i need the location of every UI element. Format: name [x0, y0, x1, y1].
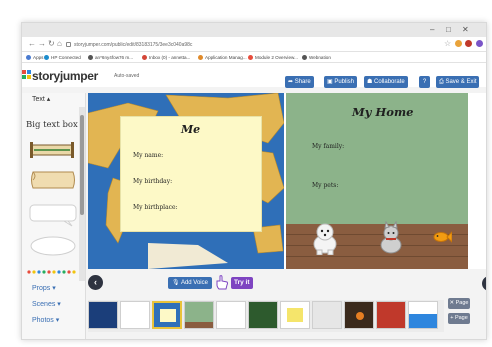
thumbnail-pumpkin [356, 312, 364, 320]
minimize-icon[interactable]: – [430, 25, 434, 35]
maximize-icon[interactable]: □ [446, 25, 451, 35]
autosaved-status: Auto-saved [114, 73, 140, 79]
page-thumbnail[interactable] [216, 301, 246, 329]
sidebar: Text ▴ Big text box Props ▾ Scenes ▾ Pho… [22, 93, 86, 339]
bookmark-item[interactable]: an*6ny4fow76 m... [88, 53, 133, 62]
bookmark-item[interactable]: Inbox (0) - annetta... [142, 53, 190, 62]
share-button[interactable]: ➦ Share [285, 76, 314, 88]
book-spread: Me My name: My birthday: My birthplace: … [88, 93, 486, 269]
page-thumbnail[interactable] [376, 301, 406, 329]
sidebar-item-props[interactable]: Props ▾ [32, 284, 56, 293]
field-label[interactable]: My family: [312, 143, 344, 150]
profile-avatar[interactable] [476, 40, 483, 47]
sidebar-item-photos[interactable]: Photos ▾ [32, 316, 59, 325]
chevron-right-icon[interactable]: › [482, 276, 486, 291]
page-thumbnail[interactable] [248, 301, 278, 329]
chevron-left-icon[interactable]: ‹ [88, 275, 103, 290]
thumbnail-floor [185, 322, 213, 328]
speech-bubble-textbox[interactable] [28, 203, 78, 227]
help-button[interactable]: ? [419, 76, 430, 88]
sidebar-item-scenes[interactable]: Scenes ▾ [32, 300, 61, 309]
thumbnail-card [160, 309, 176, 322]
page-thumbnail[interactable] [344, 301, 374, 329]
page-controls: ‹ 🎙 Add Voice Try it › [88, 275, 486, 295]
sidebar-header[interactable]: Text ▴ [32, 95, 50, 103]
field-label[interactable]: My birthday: [133, 178, 172, 185]
page-thumbnail[interactable] [312, 301, 342, 329]
field-label[interactable]: My name: [133, 152, 163, 159]
round-bubble-textbox[interactable] [28, 235, 78, 259]
app-header: storyjumper Auto-saved ➦ Share ▣ Publish… [22, 63, 486, 88]
right-page-title[interactable]: My Home [352, 105, 413, 119]
page-thumbnail[interactable] [88, 301, 118, 329]
close-icon[interactable]: ✕ [462, 25, 469, 35]
sidebar-scrollbar[interactable] [79, 107, 85, 281]
scroll-textbox[interactable] [28, 169, 78, 191]
publish-button[interactable]: ▣ Publish [324, 76, 358, 88]
collaborate-button[interactable]: ☗ Collaborate [364, 76, 408, 88]
home-icon[interactable]: ⌂ [57, 39, 62, 49]
back-icon[interactable]: ← [28, 39, 36, 49]
page-thumbnail[interactable] [280, 301, 310, 329]
sidebar-scroll-thumb[interactable] [80, 115, 84, 215]
me-text-card[interactable]: Me My name: My birthday: My birthplace: [120, 116, 262, 232]
bookmark-item[interactable]: Apps [26, 53, 43, 62]
left-page[interactable]: Me My name: My birthday: My birthplace: [88, 93, 284, 269]
dog-icon[interactable] [310, 221, 340, 255]
big-text-box-item[interactable]: Big text box [26, 117, 82, 133]
pointing-hand-icon [216, 275, 228, 290]
reload-icon[interactable]: ↻ [48, 39, 55, 49]
bookmark-item[interactable]: HP Connected [44, 53, 81, 62]
field-label[interactable]: My pets: [312, 182, 338, 189]
title-bar: – □ ✕ [22, 23, 486, 37]
page-thumbnail[interactable] [408, 301, 438, 329]
add-page-button[interactable]: + Page [448, 313, 470, 324]
try-it-button[interactable]: Try it [231, 277, 253, 289]
bookmark-item[interactable]: Webnation [302, 53, 331, 62]
bookmark-item[interactable]: Module 2 Overview... [248, 53, 298, 62]
page-thumbnail[interactable] [120, 301, 150, 329]
storyjumper-logo-icon [22, 70, 31, 79]
address-bar: ← → ↻ ⌂ storyjumper.com/public/edit/8318… [22, 37, 486, 52]
bookmark-item[interactable]: Application Manag... [198, 53, 247, 62]
cat-icon[interactable] [376, 221, 406, 255]
right-page[interactable]: My Home My family: My pets: [286, 93, 468, 269]
remove-page-button[interactable]: ✕ Page [448, 298, 470, 309]
add-voice-button[interactable]: 🎙 Add Voice [168, 277, 212, 289]
bookmarks-bar: Apps HP Connected an*6ny4fow76 m... Inbo… [22, 52, 486, 63]
app-logo[interactable]: storyjumper [32, 69, 98, 83]
fish-icon[interactable] [432, 231, 452, 243]
left-page-title[interactable]: Me [181, 123, 200, 136]
browser-window: – □ ✕ ← → ↻ ⌂ storyjumper.com/public/edi… [21, 22, 487, 340]
url-field[interactable]: storyjumper.com/public/edit/83183175/3ee… [74, 40, 404, 50]
lock-icon [66, 42, 71, 47]
thumbnail-card [287, 308, 303, 322]
forward-icon[interactable]: → [38, 39, 46, 49]
thumbnail-sea [409, 314, 437, 328]
page-thumbnail[interactable] [152, 301, 182, 329]
star-icon[interactable]: ☆ [444, 39, 451, 49]
extension-icon[interactable] [465, 40, 472, 47]
extension-icon[interactable] [455, 40, 462, 47]
dotted-border-textbox[interactable] [26, 269, 80, 275]
field-label[interactable]: My birthplace: [133, 204, 178, 211]
banner-textbox[interactable] [28, 141, 76, 159]
page-filmstrip [88, 300, 444, 332]
page-thumbnail[interactable] [184, 301, 214, 329]
floor-line [286, 256, 468, 257]
save-exit-button[interactable]: ⎙ Save & Exit [436, 76, 480, 88]
